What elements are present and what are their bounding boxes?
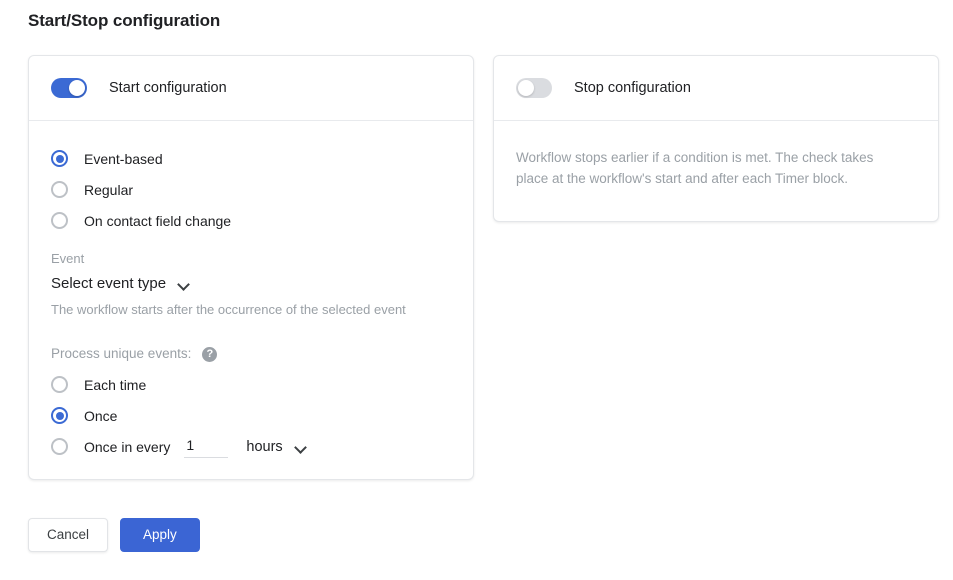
start-card-body: Event-based Regular On contact field cha… [29, 121, 473, 462]
radio-icon[interactable] [51, 376, 68, 393]
radio-label: Once in every [84, 438, 171, 455]
radio-icon[interactable] [51, 150, 68, 167]
radio-option-each-time[interactable]: Each time [51, 369, 451, 400]
radio-option-once-in-every[interactable]: Once in every hours [51, 431, 451, 462]
stop-configuration-card: Stop configuration Workflow stops earlie… [493, 55, 939, 222]
toggle-knob-icon [69, 80, 85, 96]
radio-option-event-based[interactable]: Event-based [51, 143, 451, 174]
chevron-down-icon [178, 278, 190, 290]
stop-card-header: Stop configuration [494, 56, 938, 121]
stop-configuration-label: Stop configuration [574, 80, 691, 96]
help-circle-icon[interactable]: ? [202, 346, 218, 362]
start-configuration-card: Start configuration Event-based Regular … [28, 55, 474, 480]
event-type-select-value: Select event type [51, 275, 167, 292]
event-field-block: Event Select event type The workflow sta… [51, 250, 451, 319]
event-field-hint: The workflow starts after the occurrence… [51, 302, 406, 317]
radio-option-once[interactable]: Once [51, 400, 451, 431]
radio-icon[interactable] [51, 438, 68, 455]
stop-configuration-toggle[interactable] [516, 78, 552, 98]
event-field-caption: Event [51, 251, 85, 266]
radio-label: On contact field change [84, 212, 232, 229]
radio-label: Event-based [84, 150, 163, 167]
radio-option-on-contact-field-change[interactable]: On contact field change [51, 205, 451, 236]
radio-icon[interactable] [51, 181, 68, 198]
page-title: Start/Stop configuration [28, 11, 221, 30]
start-card-header: Start configuration [29, 56, 473, 121]
stop-card-body: Workflow stops earlier if a condition is… [494, 121, 938, 189]
radio-label: Each time [84, 376, 147, 393]
radio-label: Once [84, 407, 118, 424]
cancel-button[interactable]: Cancel [28, 518, 109, 552]
radio-label: Regular [84, 181, 134, 198]
interval-unit-select[interactable]: hours [246, 437, 306, 457]
event-type-select[interactable]: Select event type [51, 273, 190, 295]
footer-actions: Cancel Apply [28, 518, 200, 552]
radio-option-regular[interactable]: Regular [51, 174, 451, 205]
process-unique-events-label: Process unique events: [51, 346, 192, 361]
process-unique-events-row: Process unique events: ? [51, 345, 451, 363]
chevron-down-icon [295, 441, 307, 453]
start-configuration-toggle[interactable] [51, 78, 87, 98]
interval-unit-value: hours [246, 438, 283, 455]
radio-icon[interactable] [51, 212, 68, 229]
radio-icon[interactable] [51, 407, 68, 424]
apply-button[interactable]: Apply [120, 518, 200, 552]
interval-value-input[interactable] [184, 435, 229, 458]
stop-configuration-description: Workflow stops earlier if a condition is… [516, 150, 874, 186]
start-configuration-label: Start configuration [109, 80, 227, 96]
toggle-knob-icon [518, 80, 534, 96]
